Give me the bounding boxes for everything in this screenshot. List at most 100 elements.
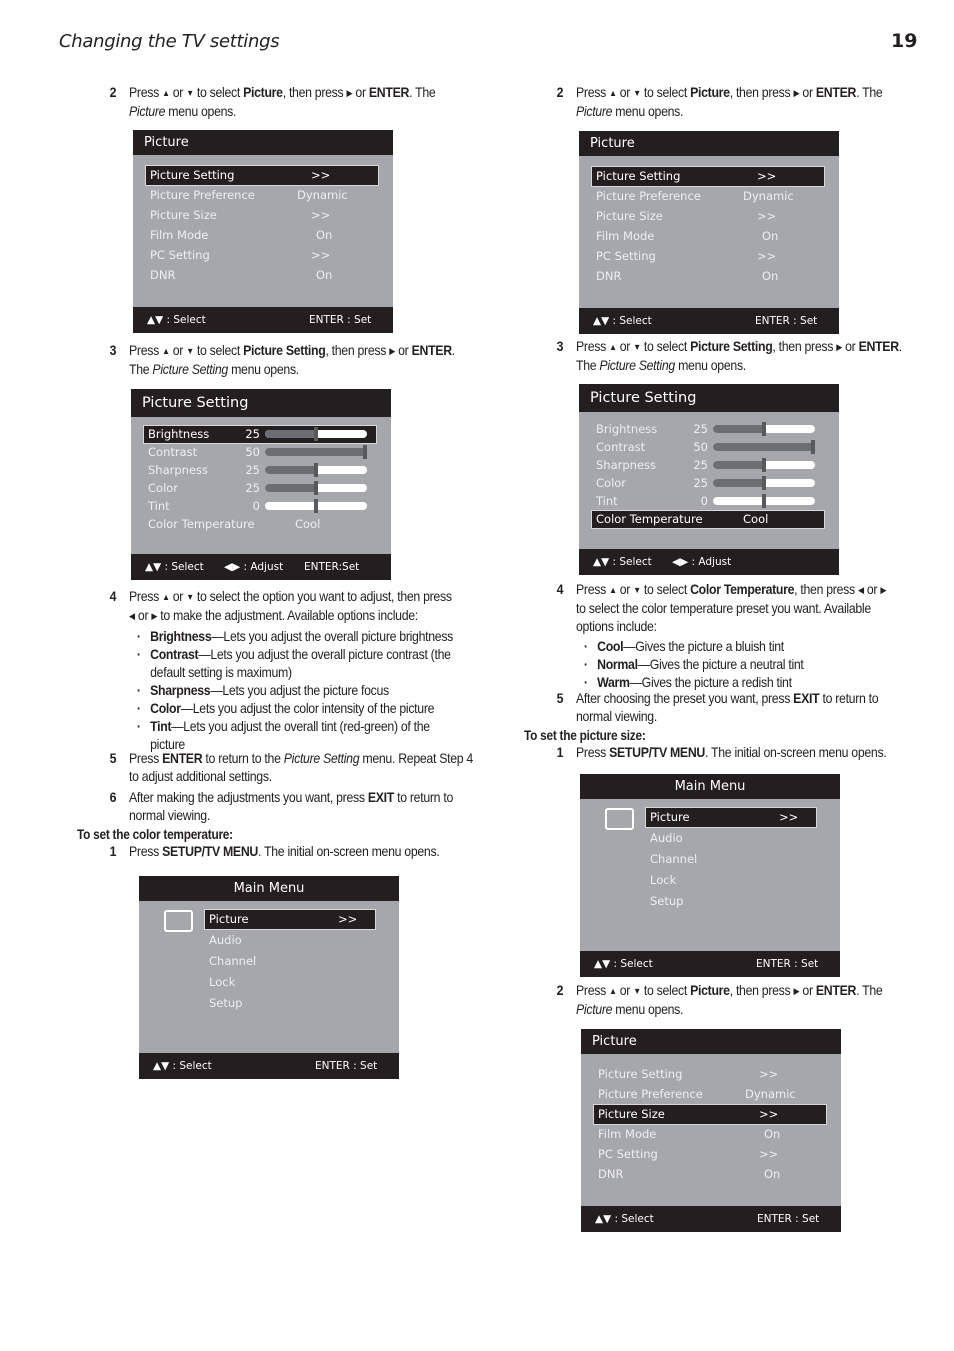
menu-item-picture-preference[interactable]: Picture Preference Dynamic — [146, 186, 378, 205]
slider-thumb[interactable] — [363, 445, 367, 459]
slider-row-sharpness[interactable]: Sharpness 25 — [144, 462, 376, 479]
slider-value: 50 — [245, 445, 260, 459]
menu-title: Picture Setting — [131, 389, 391, 417]
slider-track[interactable] — [265, 445, 367, 459]
menu-item-film-mode[interactable]: Film Mode On — [594, 1125, 826, 1144]
main-menu-item-picture[interactable]: Picture >> — [645, 807, 817, 828]
main-menu-item-lock[interactable]: Lock — [646, 871, 816, 890]
slider-track[interactable] — [713, 476, 815, 490]
menu-item-pc-setting[interactable]: PC Setting >> — [146, 246, 378, 265]
slider-row-color[interactable]: Color 25 — [144, 480, 376, 497]
left-section-heading: To set the color temperature: — [77, 827, 233, 842]
slider-fill — [265, 448, 367, 456]
slider-thumb[interactable] — [314, 481, 318, 495]
slider-fill — [713, 479, 764, 487]
menu-item-picture-setting[interactable]: Picture Setting >> — [145, 165, 379, 186]
main-menu-item-setup[interactable]: Setup — [646, 892, 816, 911]
slider-row-contrast[interactable]: Contrast 50 — [592, 439, 824, 456]
right-picture-menu-size: Picture Picture Setting >> Picture Preferen… — [581, 1029, 841, 1232]
option-description-cont: default setting is maximum) — [150, 664, 292, 680]
slider-row-contrast[interactable]: Contrast 50 — [144, 444, 376, 461]
slider-row-tint[interactable]: Tint 0 — [592, 493, 824, 510]
menu-item-value: On — [764, 1127, 781, 1141]
menu-item-dnr[interactable]: DNR On — [594, 1165, 826, 1184]
menu-item-dnr[interactable]: DNR On — [146, 266, 378, 285]
up-arrow-icon: ▲ — [162, 592, 170, 602]
main-menu-item-picture[interactable]: Picture >> — [204, 909, 376, 930]
slider-row-tint[interactable]: Tint 0 — [144, 498, 376, 515]
color-temperature-row[interactable]: Color Temperature Cool — [591, 510, 825, 529]
down-arrow-icon: ▼ — [633, 88, 641, 98]
slider-value: 25 — [693, 458, 708, 472]
slider-track[interactable] — [265, 499, 367, 513]
menu-item-label: Picture Preference — [596, 189, 701, 203]
right-arrow-icon: ▶ — [389, 346, 396, 356]
slider-value: 25 — [693, 476, 708, 490]
menu-item-picture-size[interactable]: Picture Size >> — [592, 207, 824, 226]
color-temperature-label: Color Temperature — [148, 517, 255, 531]
slider-thumb[interactable] — [811, 440, 815, 454]
slider-thumb[interactable] — [314, 463, 318, 477]
menu-item-picture-size[interactable]: Picture Size >> — [146, 206, 378, 225]
footer-select-hint: ▲▼ : Select — [147, 314, 206, 326]
slider-label: Sharpness — [596, 458, 657, 472]
main-menu-item-audio[interactable]: Audio — [646, 829, 816, 848]
main-menu-item-setup[interactable]: Setup — [205, 994, 375, 1013]
slider-fill — [713, 461, 764, 469]
slider-row-brightness[interactable]: Brightness 25 — [143, 425, 377, 444]
slider-track[interactable] — [713, 422, 815, 436]
slider-track[interactable] — [713, 494, 815, 508]
menu-item-label: Film Mode — [598, 1127, 657, 1141]
slider-thumb[interactable] — [314, 427, 318, 441]
color-temperature-row[interactable]: Color Temperature Cool — [144, 516, 376, 533]
main-menu-item-label: Picture — [650, 810, 690, 824]
menu-footer: ▲▼ : Select ENTER : Set — [579, 308, 839, 334]
down-arrow-icon: ▼ — [633, 342, 641, 352]
menu-item-pc-setting[interactable]: PC Setting >> — [594, 1145, 826, 1164]
menu-item-value: >> — [757, 249, 777, 263]
main-menu-item-audio[interactable]: Audio — [205, 931, 375, 950]
menu-item-picture-setting[interactable]: Picture Setting >> — [594, 1065, 826, 1084]
footer-set-hint: ENTER : Set — [309, 314, 372, 326]
slider-track[interactable] — [713, 440, 815, 454]
main-menu-item-lock[interactable]: Lock — [205, 973, 375, 992]
option-bullet-contrast: Contrast—Lets you adjust the overall pic… — [129, 645, 453, 681]
menu-item-label: PC Setting — [150, 248, 210, 262]
left-picture-menu: Picture Picture Setting >> Picture Preferen… — [133, 130, 393, 333]
right-section-heading: To set the picture size: — [524, 728, 646, 743]
slider-thumb[interactable] — [762, 494, 766, 508]
slider-track[interactable] — [265, 427, 367, 441]
slider-track[interactable] — [265, 463, 367, 477]
menu-item-pc-setting[interactable]: PC Setting >> — [592, 247, 824, 266]
slider-row-sharpness[interactable]: Sharpness 25 — [592, 457, 824, 474]
left-step-6: 6 After making the adjustments you want,… — [109, 789, 454, 823]
slider-thumb[interactable] — [762, 422, 766, 436]
menu-item-label: Picture Preference — [150, 188, 255, 202]
slider-value: 0 — [700, 494, 708, 508]
option-description: —Gives the picture a neutral tint — [637, 656, 804, 672]
right-arrow-icon: ▶ — [793, 986, 800, 996]
slider-thumb[interactable] — [762, 476, 766, 490]
menu-item-picture-size[interactable]: Picture Size >> — [593, 1104, 827, 1125]
menu-item-picture-preference[interactable]: Picture Preference Dynamic — [594, 1085, 826, 1104]
slider-fill — [713, 425, 764, 433]
slider-track[interactable] — [713, 458, 815, 472]
menu-item-value: >> — [311, 168, 331, 182]
slider-thumb[interactable] — [314, 499, 318, 513]
footer-select-hint: ▲▼ : Select — [153, 1060, 212, 1072]
slider-thumb[interactable] — [762, 458, 766, 472]
menu-item-dnr[interactable]: DNR On — [592, 267, 824, 286]
slider-row-brightness[interactable]: Brightness 25 — [592, 421, 824, 438]
menu-item-film-mode[interactable]: Film Mode On — [146, 226, 378, 245]
option-term: Sharpness — [150, 682, 211, 698]
slider-label: Tint — [596, 494, 618, 508]
menu-item-picture-setting[interactable]: Picture Setting >> — [591, 166, 825, 187]
main-menu-item-channel[interactable]: Channel — [205, 952, 375, 971]
menu-item-picture-preference[interactable]: Picture Preference Dynamic — [592, 187, 824, 206]
slider-row-color[interactable]: Color 25 — [592, 475, 824, 492]
menu-item-label: PC Setting — [598, 1147, 658, 1161]
option-bullet-brightness: Brightness—Lets you adjust the overall p… — [129, 627, 453, 645]
slider-track[interactable] — [265, 481, 367, 495]
main-menu-item-channel[interactable]: Channel — [646, 850, 816, 869]
menu-item-film-mode[interactable]: Film Mode On — [592, 227, 824, 246]
